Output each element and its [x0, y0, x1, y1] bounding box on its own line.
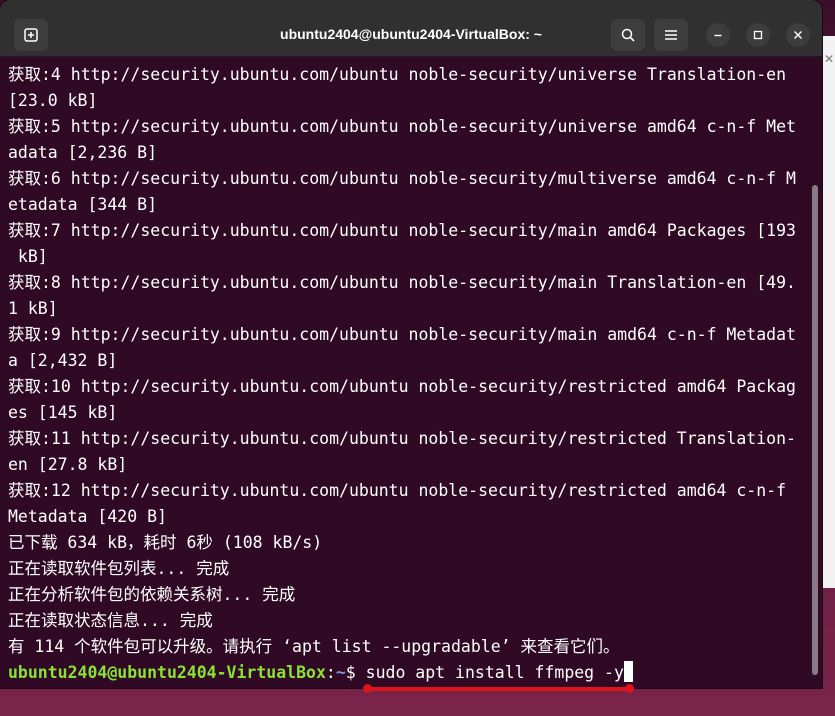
annotation-dot-right — [625, 684, 634, 693]
output-line: 已下载 634 kB，耗时 6秒 (108 kB/s) — [8, 533, 323, 552]
terminal-output[interactable]: 获取:4 http://security.ubuntu.com/ubuntu n… — [0, 57, 806, 688]
output-line: en [27.8 kB] — [8, 455, 128, 474]
output-line: 正在分析软件包的依赖关系树... 完成 — [8, 585, 296, 604]
annotation-dot-left — [363, 684, 372, 693]
window-title: ubuntu2404@ubuntu2404-VirtualBox: ~ — [280, 26, 542, 42]
prompt-user-host: ubuntu2404@ubuntu2404-VirtualBox — [8, 663, 326, 682]
output-line: etadata [344 B] — [8, 195, 158, 214]
prompt-separator: : — [325, 663, 336, 682]
minimize-button[interactable] — [706, 23, 730, 47]
output-line: 获取:6 http://security.ubuntu.com/ubuntu n… — [8, 169, 796, 188]
output-line: kB] — [8, 247, 48, 266]
output-line: 有 114 个软件包可以升级。请执行 ‘apt list --upgradabl… — [8, 637, 620, 656]
menu-button[interactable] — [654, 19, 688, 51]
close-icon — [794, 31, 802, 39]
output-line: 获取:4 http://security.ubuntu.com/ubuntu n… — [8, 65, 787, 84]
minimize-icon — [714, 34, 722, 37]
prompt-symbol: $ — [345, 663, 366, 682]
background-window-edge: ✕ — [822, 36, 835, 588]
terminal-window: ubuntu2404@ubuntu2404-VirtualBox: ~ 获取:4… — [0, 0, 822, 688]
maximize-icon — [753, 30, 763, 40]
output-line: adata [2,236 B] — [8, 143, 158, 162]
command-prompt-line[interactable]: ubuntu2404@ubuntu2404-VirtualBox:~$ sudo… — [0, 660, 806, 686]
prompt-path: ~ — [335, 663, 346, 682]
output-line: [23.0 kB] — [8, 91, 98, 110]
maximize-button[interactable] — [746, 23, 770, 47]
titlebar: ubuntu2404@ubuntu2404-VirtualBox: ~ — [0, 0, 822, 57]
output-line: 1 kB] — [8, 299, 58, 318]
search-icon — [621, 28, 635, 42]
command-text[interactable]: sudo apt install ffmpeg -y — [366, 663, 624, 682]
output-line: es [145 kB] — [8, 403, 118, 422]
output-line: 正在读取软件包列表... 完成 — [8, 559, 230, 578]
output-line: 获取:12 http://security.ubuntu.com/ubuntu … — [8, 481, 787, 500]
search-button[interactable] — [611, 19, 645, 51]
close-icon[interactable]: ✕ — [824, 52, 834, 66]
scrollbar[interactable] — [812, 185, 818, 675]
output-line: 获取:5 http://security.ubuntu.com/ubuntu n… — [8, 117, 796, 136]
close-button[interactable] — [786, 23, 810, 47]
output-line: 获取:9 http://security.ubuntu.com/ubuntu n… — [8, 325, 796, 344]
output-line: 正在读取状态信息... 完成 — [8, 611, 213, 630]
output-line: 获取:7 http://security.ubuntu.com/ubuntu n… — [8, 221, 796, 240]
output-line: 获取:11 http://security.ubuntu.com/ubuntu … — [8, 429, 796, 448]
annotation-underline — [367, 687, 630, 691]
output-line: 获取:10 http://security.ubuntu.com/ubuntu … — [8, 377, 796, 396]
output-line: 获取:8 http://security.ubuntu.com/ubuntu n… — [8, 273, 796, 292]
output-line: a [2,432 B] — [8, 351, 118, 370]
menu-icon — [665, 30, 677, 40]
text-cursor — [623, 661, 633, 682]
output-line: Metadata [420 B] — [8, 507, 167, 526]
